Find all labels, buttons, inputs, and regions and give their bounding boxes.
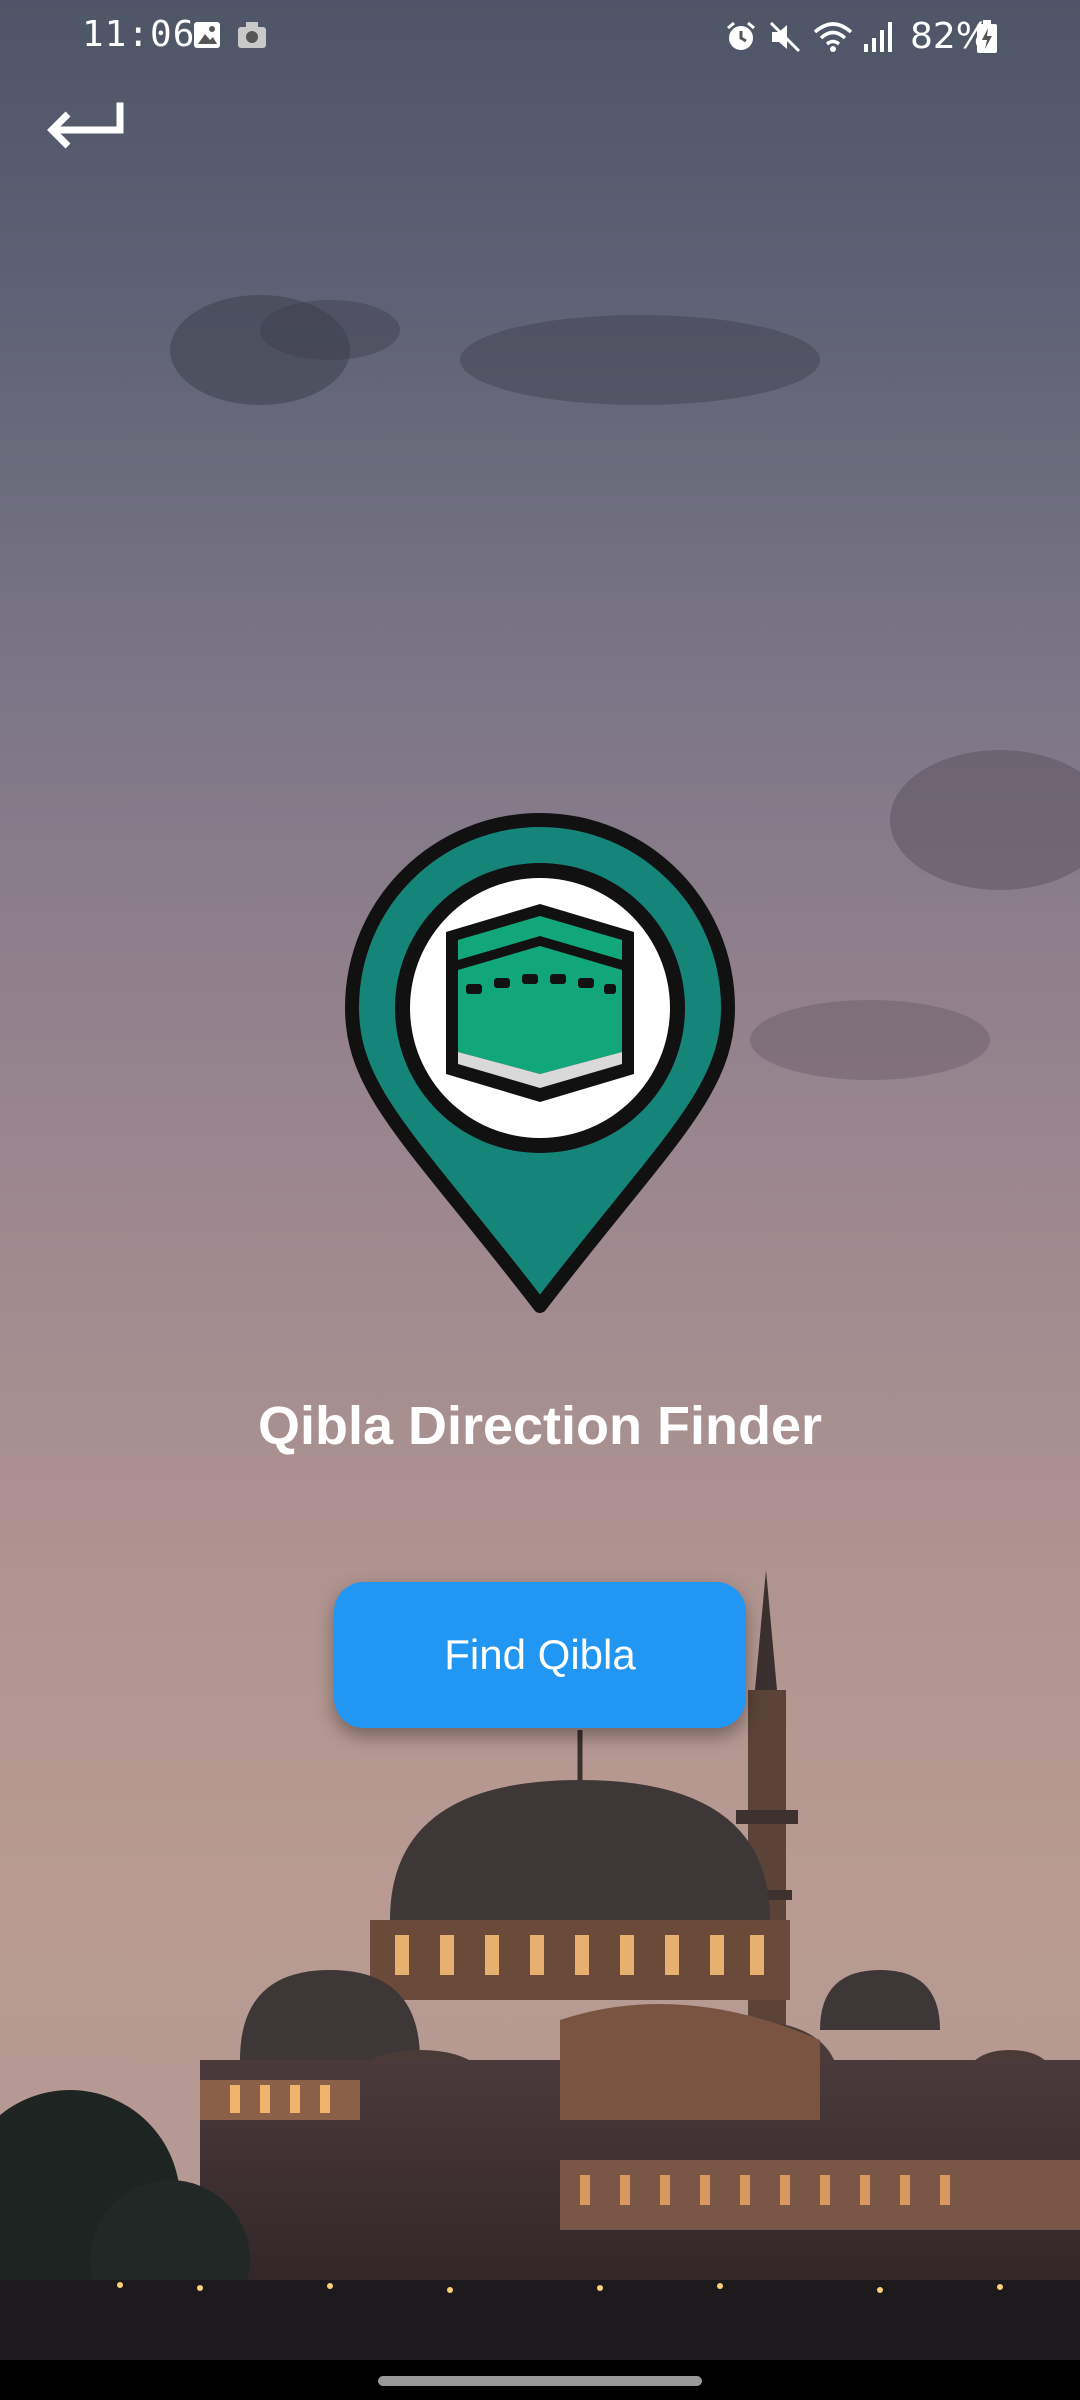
battery-charging-icon <box>977 20 997 53</box>
find-qibla-button[interactable]: Find Qibla <box>334 1582 746 1728</box>
app-screen: 11:06 82% Qibla Direction Finder Find Qi… <box>0 0 1080 2360</box>
status-time: 11:06 <box>82 14 196 55</box>
mute-icon <box>769 21 801 53</box>
image-icon <box>194 22 220 48</box>
kaaba-location-pin-icon <box>345 813 735 1313</box>
status-bar: 11:06 82% <box>0 0 1080 80</box>
signal-icon <box>864 22 892 52</box>
navigation-bar <box>0 2360 1080 2400</box>
wifi-icon <box>813 22 853 52</box>
home-indicator[interactable] <box>378 2376 702 2386</box>
page-title: Qibla Direction Finder <box>257 1396 823 1456</box>
alarm-icon <box>727 21 755 50</box>
back-arrow-icon[interactable] <box>44 90 134 160</box>
camera-icon <box>238 22 266 48</box>
